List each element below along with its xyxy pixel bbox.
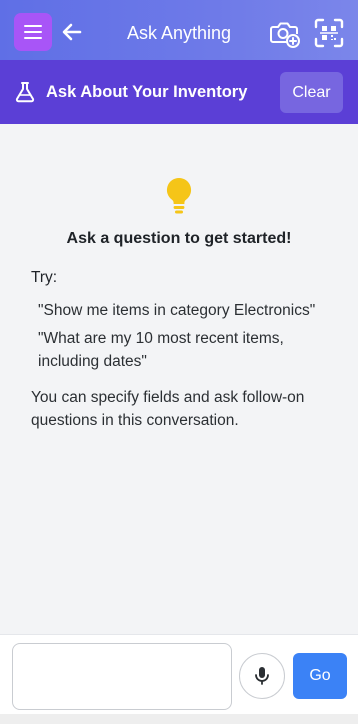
- question-input[interactable]: [12, 643, 232, 710]
- scan-button[interactable]: [313, 17, 345, 49]
- scan-icon: [314, 18, 344, 48]
- empty-state-heading: Ask a question to get started!: [66, 230, 292, 247]
- top-app-bar: Ask Anything: [0, 0, 358, 60]
- back-button[interactable]: [60, 20, 84, 44]
- microphone-icon: [255, 667, 269, 685]
- section-title: Ask About Your Inventory: [46, 82, 248, 101]
- camera-plus-icon: [270, 22, 300, 48]
- help-text: You can specify fields and ask follow-on…: [31, 389, 305, 429]
- add-photo-button[interactable]: [269, 17, 301, 49]
- try-label: Try:: [31, 269, 58, 286]
- voice-input-button[interactable]: [239, 653, 285, 699]
- conversation-area: Ask a question to get started! Try: "Sho…: [0, 124, 358, 634]
- lightbulb-icon: [166, 177, 192, 214]
- arrow-left-icon: [62, 23, 82, 41]
- hamburger-icon: [24, 25, 42, 39]
- menu-button[interactable]: [14, 13, 52, 51]
- clear-button[interactable]: Clear: [280, 72, 343, 113]
- example-prompt: "Show me items in category Electronics": [38, 302, 316, 319]
- composer-bar: Go: [0, 634, 358, 714]
- page-title: Ask Anything: [126, 22, 232, 43]
- flask-icon: [15, 82, 35, 103]
- app-root: Ask Anything Ask About Your Inventory Cl…: [0, 0, 358, 724]
- go-button[interactable]: Go: [293, 653, 347, 699]
- example-prompt: "What are my 10 most recent items, inclu…: [38, 330, 284, 370]
- bottom-edge: [0, 714, 358, 724]
